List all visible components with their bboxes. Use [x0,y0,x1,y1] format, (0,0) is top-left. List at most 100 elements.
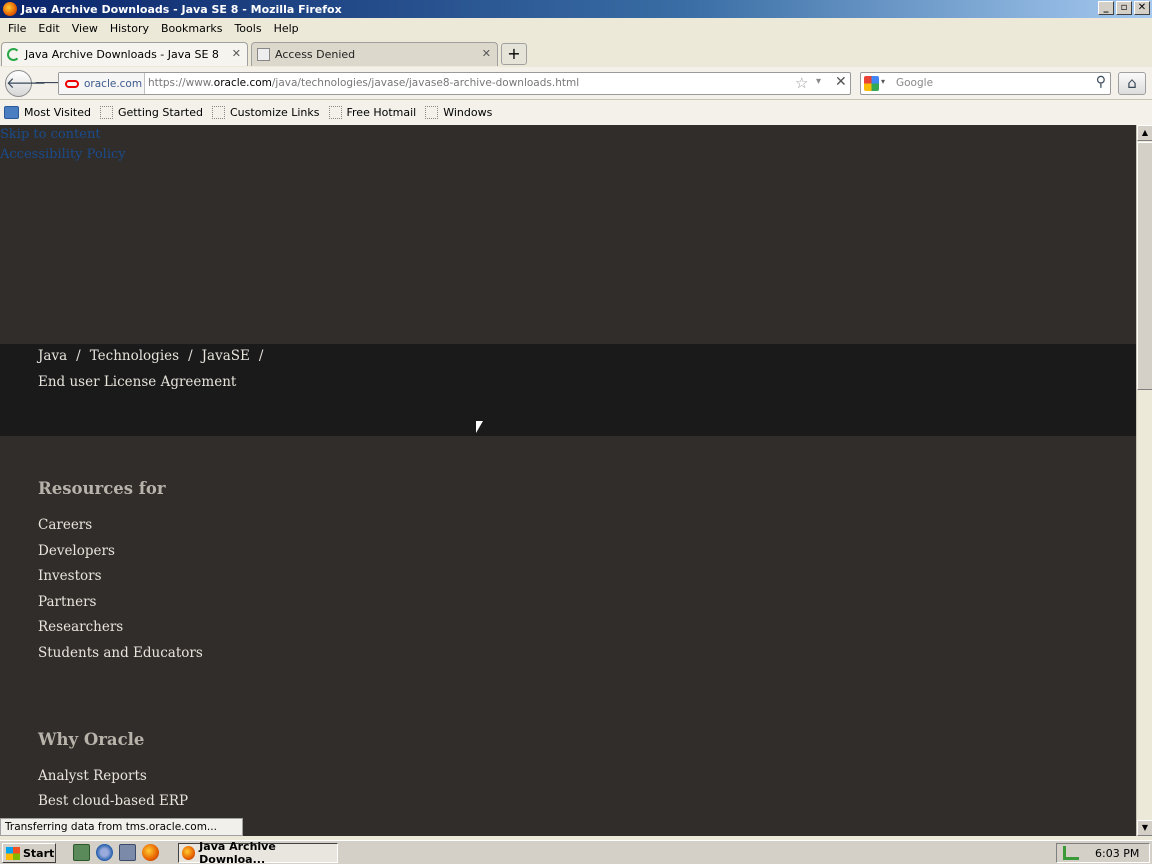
start-button[interactable]: Start [2,843,56,863]
menu-edit[interactable]: Edit [32,22,65,35]
tab-access-denied[interactable]: Access Denied ✕ [251,42,498,66]
site-identity-label: oracle.com [84,77,143,90]
oracle-logo-icon [65,79,79,88]
search-icon[interactable]: ⚲ [1096,74,1106,90]
scroll-thumb[interactable] [1137,142,1152,390]
window-title: Java Archive Downloads - Java SE 8 - Moz… [21,2,342,16]
bookmark-star-icon[interactable]: ☆ [795,74,808,92]
network-icon[interactable] [119,844,136,861]
bookmark-label: Windows [443,106,493,119]
close-button[interactable]: ✕ [1134,1,1150,15]
tab-label: Access Denied [275,48,356,61]
breadcrumb-technologies[interactable]: Technologies [90,348,179,364]
clock: 6:03 PM [1095,846,1140,860]
scroll-up-arrow[interactable]: ▲ [1137,125,1152,141]
tab-java-archive[interactable]: Java Archive Downloads - Java SE 8 ✕ [1,42,248,66]
forward-button[interactable]: 🡒 [34,74,72,94]
tab-bar: Java Archive Downloads - Java SE 8 ✕ Acc… [0,39,1152,67]
window-titlebar: Java Archive Downloads - Java SE 8 - Moz… [0,0,1152,18]
footer-link-partners[interactable]: Partners [38,594,96,610]
breadcrumb-java[interactable]: Java [38,348,67,364]
bookmark-windows[interactable]: Windows [425,106,492,119]
tab-close-icon[interactable]: ✕ [232,47,241,60]
bookmark-label: Free Hotmail [346,106,417,119]
show-desktop-icon[interactable] [73,844,90,861]
minimize-button[interactable]: _ [1098,1,1114,15]
firefox-quicklaunch-icon[interactable] [142,844,159,861]
system-tray: 6:03 PM [1056,843,1150,863]
windows-logo-icon [6,846,20,860]
bookmark-icon [425,106,439,119]
page-icon [257,48,270,61]
loading-spinner-icon [7,48,20,61]
bookmark-icon [99,106,113,119]
most-visited-icon [4,106,19,119]
url-path: /java/technologies/javase/javase8-archiv… [271,77,580,89]
menu-tools[interactable]: Tools [228,22,267,35]
menu-history[interactable]: History [104,22,155,35]
mouse-pointer-icon [476,421,483,433]
footer-link-developers[interactable]: Developers [38,543,115,559]
firefox-icon [3,2,17,16]
bookmark-getting-started[interactable]: Getting Started [99,106,203,119]
why-oracle-heading: Why Oracle [38,730,145,749]
bookmarks-toolbar: Most Visited Getting Started Customize L… [0,100,1152,125]
url-bar[interactable]: oracle.com https://www.oracle.com/java/t… [58,72,851,95]
taskbar-firefox-window[interactable]: Java Archive Downloa... [178,840,338,864]
url-domain: oracle.com [213,77,272,89]
skip-to-content-link[interactable]: Skip to content [0,127,101,142]
menu-file[interactable]: File [2,22,32,35]
menu-bookmarks[interactable]: Bookmarks [155,22,228,35]
footer-link-investors[interactable]: Investors [38,568,102,584]
breadcrumb-separator: / [258,348,264,364]
bookmark-free-hotmail[interactable]: Free Hotmail [328,106,417,119]
footer-link-careers[interactable]: Careers [38,517,92,533]
footer-link-students[interactable]: Students and Educators [38,645,203,661]
status-bar: Transferring data from tms.oracle.com... [0,818,243,836]
navigation-toolbar: 🡐 🡒 oracle.com https://www.oracle.com/ja… [0,67,1152,100]
page-content: Skip to content Accessibility Policy Jav… [0,125,1136,836]
search-input[interactable]: Google [896,77,933,89]
taskbar: Start Java Archive Downloa... 6:03 PM [0,840,1152,864]
network-status-icon[interactable] [1063,846,1079,860]
search-engine-dropdown-icon[interactable]: ▾ [881,77,885,86]
internet-explorer-icon[interactable] [96,844,113,861]
menu-help[interactable]: Help [268,22,305,35]
home-button[interactable]: ⌂ [1118,72,1146,95]
google-icon[interactable] [864,76,879,91]
url-dropdown-icon[interactable]: ▾ [816,76,821,87]
menu-view[interactable]: View [66,22,104,35]
firefox-icon [182,846,196,860]
bookmark-icon [328,106,342,119]
footer-link-analyst-reports[interactable]: Analyst Reports [38,768,147,784]
tab-close-icon[interactable]: ✕ [482,47,491,60]
stop-icon[interactable]: ✕ [835,74,847,90]
resources-heading: Resources for [38,479,166,498]
window-controls: _ ▫ ✕ [1098,1,1150,15]
task-label: Java Archive Downloa... [199,840,276,864]
bookmark-label: Getting Started [117,106,203,119]
vertical-scrollbar[interactable]: ▲ ▼ [1136,125,1152,836]
menu-bar: File Edit View History Bookmarks Tools H… [0,18,1152,39]
footer-link-cloud-erp[interactable]: Best cloud-based ERP [38,793,188,809]
new-tab-button[interactable]: + [501,43,527,65]
page-subtitle: End user License Agreement [38,374,237,390]
accessibility-policy-link[interactable]: Accessibility Policy [0,147,126,162]
bookmark-most-visited[interactable]: Most Visited [4,106,91,119]
tab-label: Java Archive Downloads - Java SE 8 [25,48,219,61]
bookmark-label: Most Visited [24,106,91,119]
bookmark-label: Customize Links [230,106,320,119]
footer-link-researchers[interactable]: Researchers [38,619,123,635]
url-prefix: https://www. [148,77,214,89]
breadcrumb-separator: / [188,348,193,364]
restore-button[interactable]: ▫ [1116,1,1132,15]
breadcrumb-javase[interactable]: JavaSE [202,348,250,364]
start-label: Start [23,846,55,860]
bookmark-customize-links[interactable]: Customize Links [212,106,320,119]
site-identity-button[interactable]: oracle.com [59,73,145,94]
search-bar[interactable]: ▾ Google ⚲ [860,72,1111,95]
scroll-down-arrow[interactable]: ▼ [1137,820,1152,836]
url-text[interactable]: https://www.oracle.com/java/technologies… [148,77,579,89]
breadcrumb-separator: / [76,348,81,364]
back-button[interactable]: 🡐 [5,70,46,97]
